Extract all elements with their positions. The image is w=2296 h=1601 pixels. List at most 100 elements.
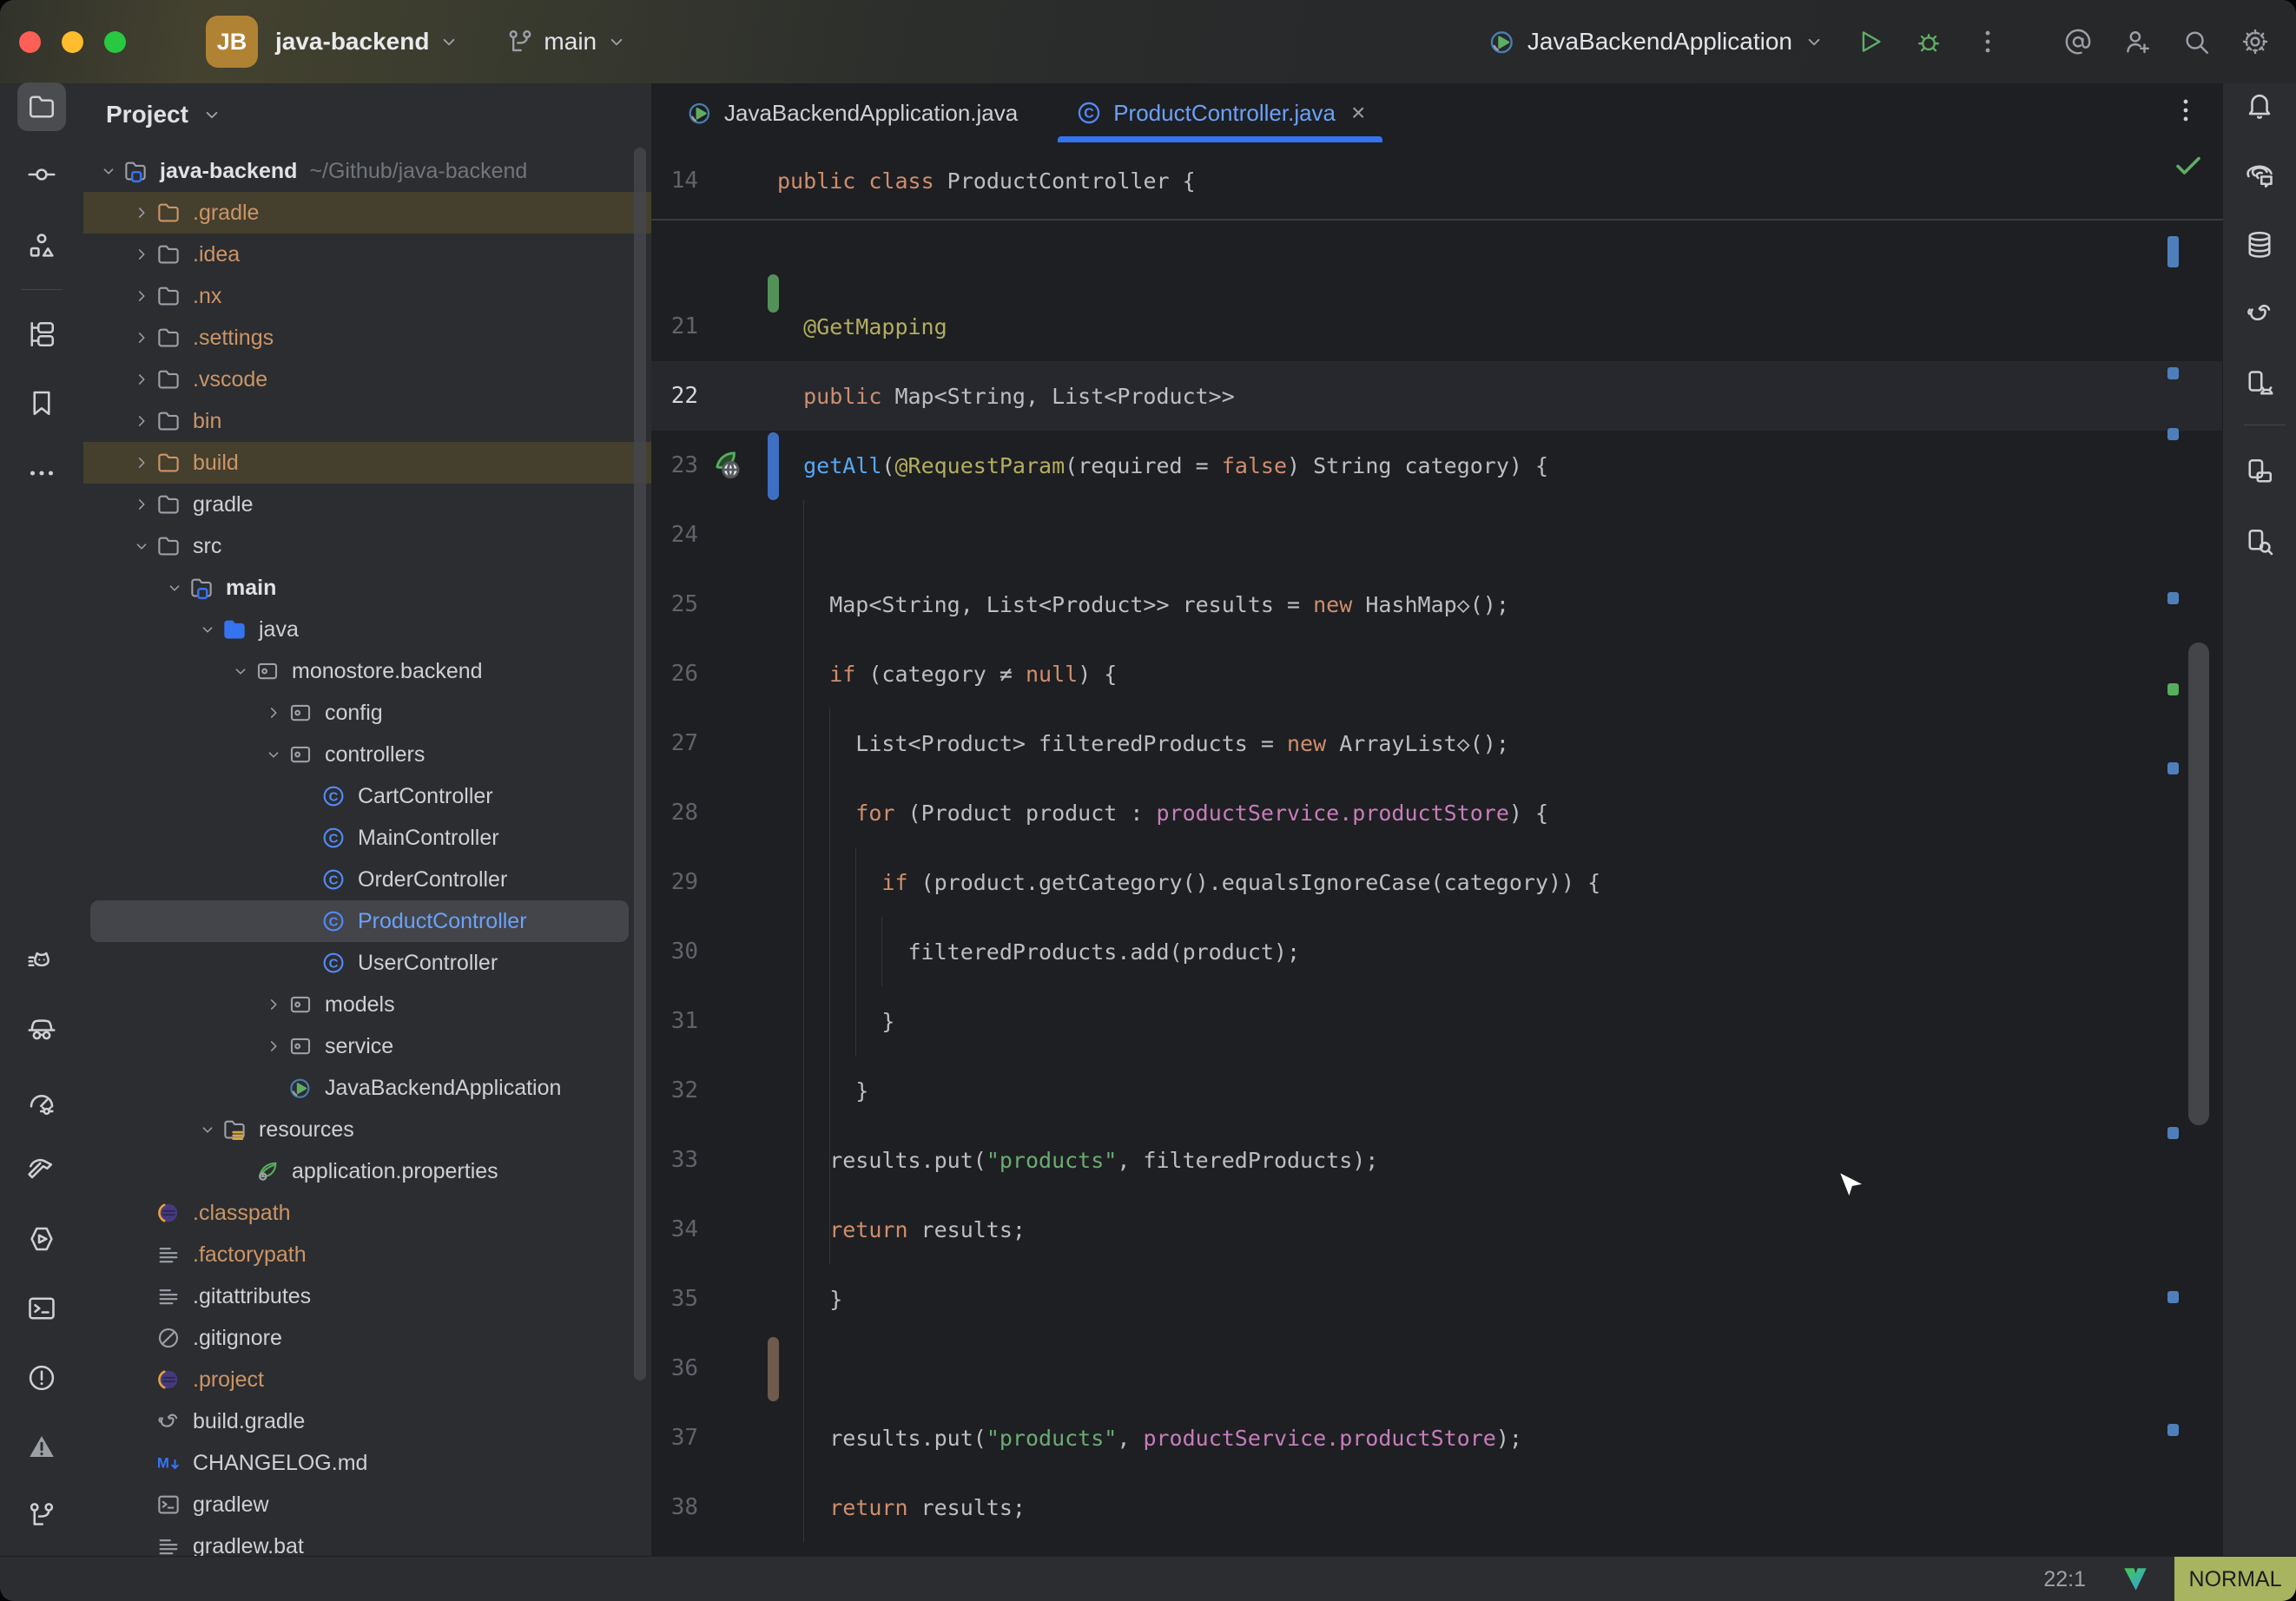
tool-stripe-hierarchy-icon[interactable] [17,310,66,359]
chevron-down-icon[interactable] [96,158,122,184]
line-number[interactable]: 24 [660,522,698,548]
tree-row-.gitignore[interactable]: .gitignore [83,1317,651,1359]
ai-assistant-button[interactable] [2063,27,2093,56]
code-line-30[interactable]: 30filteredProducts.add(product); [651,917,2223,986]
minimize-window-button[interactable] [62,31,83,53]
tool-stripe-warning-icon[interactable] [17,1422,66,1471]
line-number[interactable]: 25 [660,591,698,617]
tool-stripe-bookmarks-icon[interactable] [17,379,66,427]
error-stripe-mark[interactable] [2167,592,2179,604]
line-number[interactable]: 35 [660,1286,698,1312]
error-stripe-mark[interactable] [2167,683,2179,695]
tree-row-src[interactable]: src [83,525,651,567]
line-number[interactable]: 36 [660,1355,698,1381]
chevron-down-icon[interactable] [162,575,188,601]
line-number[interactable]: 37 [660,1425,698,1451]
tool-stripe-more-icon[interactable] [17,449,66,497]
error-stripe-mark[interactable] [2167,1291,2179,1303]
tree-row-CHANGELOG.md[interactable]: MCHANGELOG.md [83,1442,651,1484]
line-number[interactable]: 23 [660,452,698,478]
tree-row-application.properties[interactable]: application.properties [83,1150,651,1192]
project-avatar[interactable]: JB [206,16,258,68]
branch-selector[interactable]: main [505,27,628,56]
tree-row-config[interactable]: config [83,692,651,734]
error-stripe-mark[interactable] [2167,236,2179,267]
debug-button[interactable] [1914,27,1943,56]
maximize-window-button[interactable] [104,31,126,53]
line-number[interactable]: 29 [660,869,698,895]
tool-stripe-project-icon[interactable] [17,82,66,131]
line-number[interactable]: 14 [660,168,698,194]
code-line-21[interactable]: 21@GetMapping [651,292,2223,361]
tool-stripe-services-icon[interactable] [17,1215,66,1263]
tool-stripe-notifications-icon[interactable] [2235,81,2284,129]
tree-row-build.gradle[interactable]: build.gradle [83,1400,651,1442]
tree-row-main[interactable]: main [83,567,651,609]
chevron-right-icon[interactable] [129,200,155,226]
tree-row-.classpath[interactable]: .classpath [83,1192,651,1234]
tool-stripe-structure-icon[interactable] [17,221,66,270]
ideavim-icon[interactable] [2121,1565,2150,1594]
tree-row-controllers[interactable]: controllers [83,734,651,775]
tool-stripe-device-explorer-icon[interactable] [2235,517,2284,566]
tool-stripe-problems-icon[interactable] [17,1354,66,1402]
line-number[interactable]: 26 [660,661,698,687]
code-line-36[interactable]: 36 [651,1334,2223,1403]
error-stripe-mark[interactable] [2167,1424,2179,1436]
tree-row-.nx[interactable]: .nx [83,275,651,317]
code-line-26[interactable]: 26if (category ≠ null) { [651,639,2223,708]
chevron-down-icon[interactable] [261,741,287,768]
chevron-right-icon[interactable] [129,241,155,267]
line-number[interactable]: 27 [660,730,698,756]
code-line-32[interactable]: 32} [651,1056,2223,1125]
chevron-right-icon[interactable] [129,408,155,434]
tool-stripe-profiler-icon[interactable] [17,1077,66,1126]
line-number[interactable]: 32 [660,1077,698,1104]
line-number[interactable]: 28 [660,800,698,826]
vcs-change-marker[interactable] [768,274,779,313]
tree-row-.gradle[interactable]: .gradle [83,192,651,234]
spring-endpoint-gutter-icon[interactable] [710,448,745,483]
editor-scrollbar[interactable] [2188,642,2209,1125]
tool-stripe-device-manager-icon[interactable] [2235,359,2284,408]
vcs-change-marker[interactable] [768,432,779,500]
code-line-39[interactable]: 39} [651,1542,2223,1556]
tree-row-resources[interactable]: resources [83,1109,651,1150]
line-number[interactable]: 22 [660,383,698,409]
tree-row-CartController[interactable]: CCartController [83,775,651,817]
line-number[interactable]: 21 [660,313,698,339]
run-button[interactable] [1855,27,1884,56]
tree-row-build[interactable]: build [83,442,651,484]
tab-options-button[interactable] [2171,96,2200,129]
search-everywhere-button[interactable] [2181,27,2211,56]
line-number[interactable]: 34 [660,1216,698,1242]
tree-row-java-backend[interactable]: java-backend~/Github/java-backend [83,150,651,192]
code-line-25[interactable]: 25Map<String, List<Product>> results = n… [651,570,2223,639]
tree-row-.gitattributes[interactable]: .gitattributes [83,1275,651,1317]
chevron-down-icon[interactable] [195,1117,221,1143]
tool-stripe-incognito-icon[interactable] [17,1005,66,1053]
line-number[interactable]: 33 [660,1147,698,1173]
code-line-24[interactable]: 24 [651,500,2223,570]
chevron-down-icon[interactable] [129,533,155,559]
tree-row-MainController[interactable]: CMainController [83,817,651,859]
editor-tab-JavaBackendApplication.java[interactable]: JavaBackendApplication.java [663,83,1040,142]
tree-row-.settings[interactable]: .settings [83,317,651,359]
chevron-right-icon[interactable] [129,491,155,517]
chevron-right-icon[interactable] [261,992,287,1018]
close-tab-icon[interactable]: × [1351,99,1365,127]
chevron-right-icon[interactable] [129,366,155,392]
tree-row-.factorypath[interactable]: .factorypath [83,1234,651,1275]
tree-row-gradlew.bat[interactable]: gradlew.bat [83,1525,651,1556]
chevron-down-icon[interactable] [228,658,254,684]
close-window-button[interactable] [19,31,41,53]
inspections-ok-icon[interactable] [2173,149,2204,185]
run-configuration-selector[interactable]: JavaBackendApplication [1488,27,1825,56]
chevron-right-icon[interactable] [129,325,155,351]
code-line-34[interactable]: 34return results; [651,1195,2223,1264]
more-actions-button[interactable] [1973,27,2002,56]
tree-row-java[interactable]: java [83,609,651,650]
chevron-right-icon[interactable] [261,1033,287,1059]
project-tree-scrollbar[interactable] [634,148,646,1380]
tree-row-OrderController[interactable]: COrderController [83,859,651,900]
